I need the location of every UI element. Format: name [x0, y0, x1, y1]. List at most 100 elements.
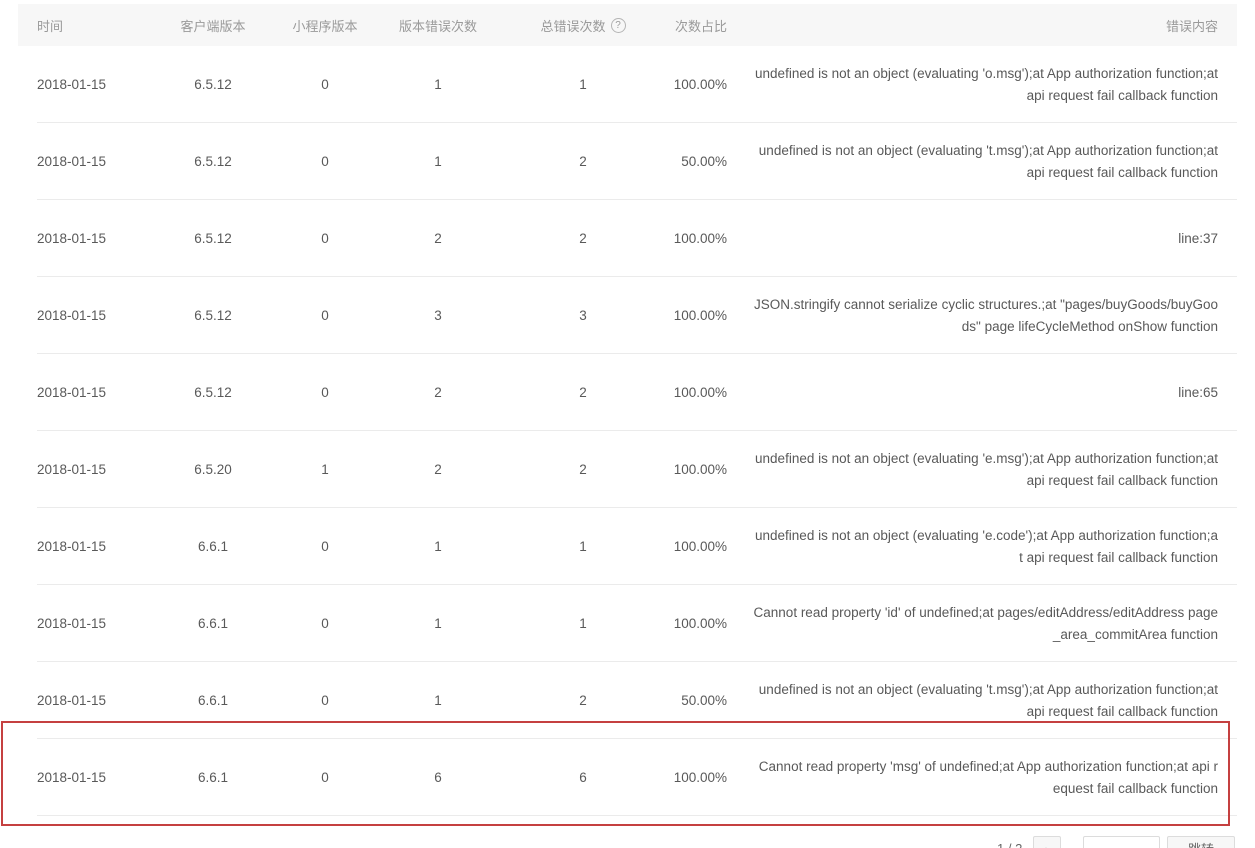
- cell-time: 2018-01-15: [37, 231, 107, 246]
- table-row: 2018-01-15 6.5.20 1 2 2 100.00% undefine…: [18, 431, 1237, 508]
- column-header-ratio: 次数占比: [674, 18, 727, 34]
- cell-time: 2018-01-15: [37, 770, 107, 785]
- cell-error-content: undefined is not an object (evaluating '…: [730, 63, 1237, 107]
- cell-total-error-count: 6: [579, 770, 587, 785]
- cell-error-content: undefined is not an object (evaluating '…: [730, 525, 1237, 569]
- cell-time: 2018-01-15: [37, 616, 107, 631]
- column-header-time: 时间: [37, 18, 64, 34]
- table-row: 2018-01-15 6.6.1 0 1 1 100.00% undefined…: [18, 508, 1237, 585]
- table-row: 2018-01-15 6.5.12 0 1 2 50.00% undefined…: [18, 123, 1237, 200]
- error-content-text: undefined is not an object (evaluating '…: [758, 681, 1218, 719]
- cell-error-content: undefined is not an object (evaluating '…: [730, 140, 1237, 184]
- cell-error-content: line:65: [730, 382, 1237, 404]
- cell-ratio: 100.00%: [673, 462, 727, 477]
- cell-error-content: Cannot read property 'id' of undefined;a…: [730, 602, 1237, 646]
- cell-error-content: undefined is not an object (evaluating '…: [730, 448, 1237, 492]
- cell-version-error-count: 2: [434, 462, 442, 477]
- cell-version-error-count: 1: [434, 154, 442, 169]
- question-circle-icon[interactable]: ?: [610, 17, 626, 33]
- error-content-text: undefined is not an object (evaluating '…: [755, 65, 1218, 103]
- cell-time: 2018-01-15: [37, 154, 107, 169]
- cell-ratio: 50.00%: [681, 154, 727, 169]
- cell-mp-version: 0: [321, 308, 329, 323]
- cell-total-error-count: 2: [579, 154, 587, 169]
- cell-error-content: JSON.stringify cannot serialize cyclic s…: [730, 294, 1237, 338]
- cell-ratio: 50.00%: [681, 693, 727, 708]
- cell-client-version: 6.6.1: [197, 616, 229, 631]
- pagination-bar: 1 / 2 › 跳转: [0, 836, 1255, 848]
- table-row: 2018-01-15 6.6.1 0 1 1 100.00% Cannot re…: [18, 585, 1237, 662]
- cell-mp-version: 0: [321, 693, 329, 708]
- error-content-text: Cannot read property 'id' of undefined;a…: [753, 604, 1218, 642]
- cell-mp-version: 1: [321, 462, 329, 477]
- page-number-input[interactable]: [1083, 836, 1160, 848]
- table-row: 2018-01-15 6.5.12 0 2 2 100.00% line:37: [18, 200, 1237, 277]
- page-indicator: 1 / 2: [997, 841, 1022, 848]
- table-row: 2018-01-15 6.5.12 0 1 1 100.00% undefine…: [18, 46, 1237, 123]
- jump-page-button[interactable]: 跳转: [1167, 836, 1235, 848]
- cell-client-version: 6.5.20: [194, 462, 232, 477]
- cell-total-error-count: 1: [579, 539, 587, 554]
- cell-client-version: 6.5.12: [194, 308, 232, 323]
- cell-ratio: 100.00%: [673, 385, 727, 400]
- cell-error-content: line:37: [730, 228, 1237, 250]
- cell-total-error-count: 2: [579, 231, 587, 246]
- cell-mp-version: 0: [321, 385, 329, 400]
- error-content-text: undefined is not an object (evaluating '…: [755, 450, 1218, 488]
- cell-client-version: 6.5.12: [194, 385, 232, 400]
- cell-mp-version: 0: [321, 539, 329, 554]
- cell-time: 2018-01-15: [37, 77, 107, 92]
- cell-total-error-count: 1: [579, 616, 587, 631]
- table-header-row: 时间 客户端版本 小程序版本 版本错误次数 总错误次数 ? 次数占比 错误内容: [18, 4, 1237, 46]
- cell-version-error-count: 6: [434, 770, 442, 785]
- cell-mp-version: 0: [321, 77, 329, 92]
- cell-client-version: 6.6.1: [197, 770, 229, 785]
- cell-ratio: 100.00%: [673, 616, 727, 631]
- cell-client-version: 6.5.12: [194, 231, 232, 246]
- cell-total-error-count: 2: [579, 693, 587, 708]
- error-log-page: 时间 客户端版本 小程序版本 版本错误次数 总错误次数 ? 次数占比 错误内容 …: [0, 0, 1255, 848]
- cell-version-error-count: 1: [434, 77, 442, 92]
- column-header-total-error-count: 总错误次数 ?: [494, 16, 672, 35]
- cell-total-error-count: 3: [579, 308, 587, 323]
- cell-mp-version: 0: [321, 154, 329, 169]
- cell-mp-version: 0: [321, 770, 329, 785]
- cell-ratio: 100.00%: [673, 539, 727, 554]
- table-row: 2018-01-15 6.6.1 0 1 2 50.00% undefined …: [18, 662, 1237, 739]
- cell-total-error-count: 2: [579, 462, 587, 477]
- cell-time: 2018-01-15: [37, 308, 107, 323]
- cell-ratio: 100.00%: [673, 308, 727, 323]
- error-content-text: line:37: [1178, 230, 1218, 246]
- cell-time: 2018-01-15: [37, 693, 107, 708]
- table-row: 2018-01-15 6.6.1 0 6 6 100.00% Cannot re…: [18, 739, 1237, 816]
- error-content-text: undefined is not an object (evaluating '…: [755, 527, 1218, 565]
- cell-client-version: 6.5.12: [194, 154, 232, 169]
- cell-time: 2018-01-15: [37, 462, 107, 477]
- cell-version-error-count: 2: [434, 385, 442, 400]
- error-content-text: undefined is not an object (evaluating '…: [758, 142, 1218, 180]
- next-page-button[interactable]: ›: [1033, 836, 1061, 848]
- cell-ratio: 100.00%: [673, 77, 727, 92]
- cell-error-content: Cannot read property 'msg' of undefined;…: [730, 756, 1237, 800]
- cell-time: 2018-01-15: [37, 385, 107, 400]
- table-row: 2018-01-15 6.5.12 0 3 3 100.00% JSON.str…: [18, 277, 1237, 354]
- cell-mp-version: 0: [321, 231, 329, 246]
- error-content-text: line:65: [1178, 384, 1218, 400]
- cell-version-error-count: 2: [434, 231, 442, 246]
- cell-mp-version: 0: [321, 616, 329, 631]
- cell-time: 2018-01-15: [37, 539, 107, 554]
- cell-version-error-count: 3: [434, 308, 442, 323]
- table-row: 2018-01-15 6.5.12 0 2 2 100.00% line:65: [18, 354, 1237, 431]
- cell-version-error-count: 1: [434, 693, 442, 708]
- column-header-total-error-count-label: 总错误次数: [540, 18, 606, 34]
- table-body: 2018-01-15 6.5.12 0 1 1 100.00% undefine…: [18, 46, 1237, 816]
- cell-client-version: 6.6.1: [197, 693, 229, 708]
- cell-client-version: 6.5.12: [194, 77, 232, 92]
- cell-ratio: 100.00%: [673, 770, 727, 785]
- column-header-client-version: 客户端版本: [180, 18, 246, 34]
- cell-client-version: 6.6.1: [197, 539, 229, 554]
- cell-total-error-count: 1: [579, 77, 587, 92]
- cell-ratio: 100.00%: [673, 231, 727, 246]
- cell-version-error-count: 1: [434, 539, 442, 554]
- cell-error-content: undefined is not an object (evaluating '…: [730, 679, 1237, 723]
